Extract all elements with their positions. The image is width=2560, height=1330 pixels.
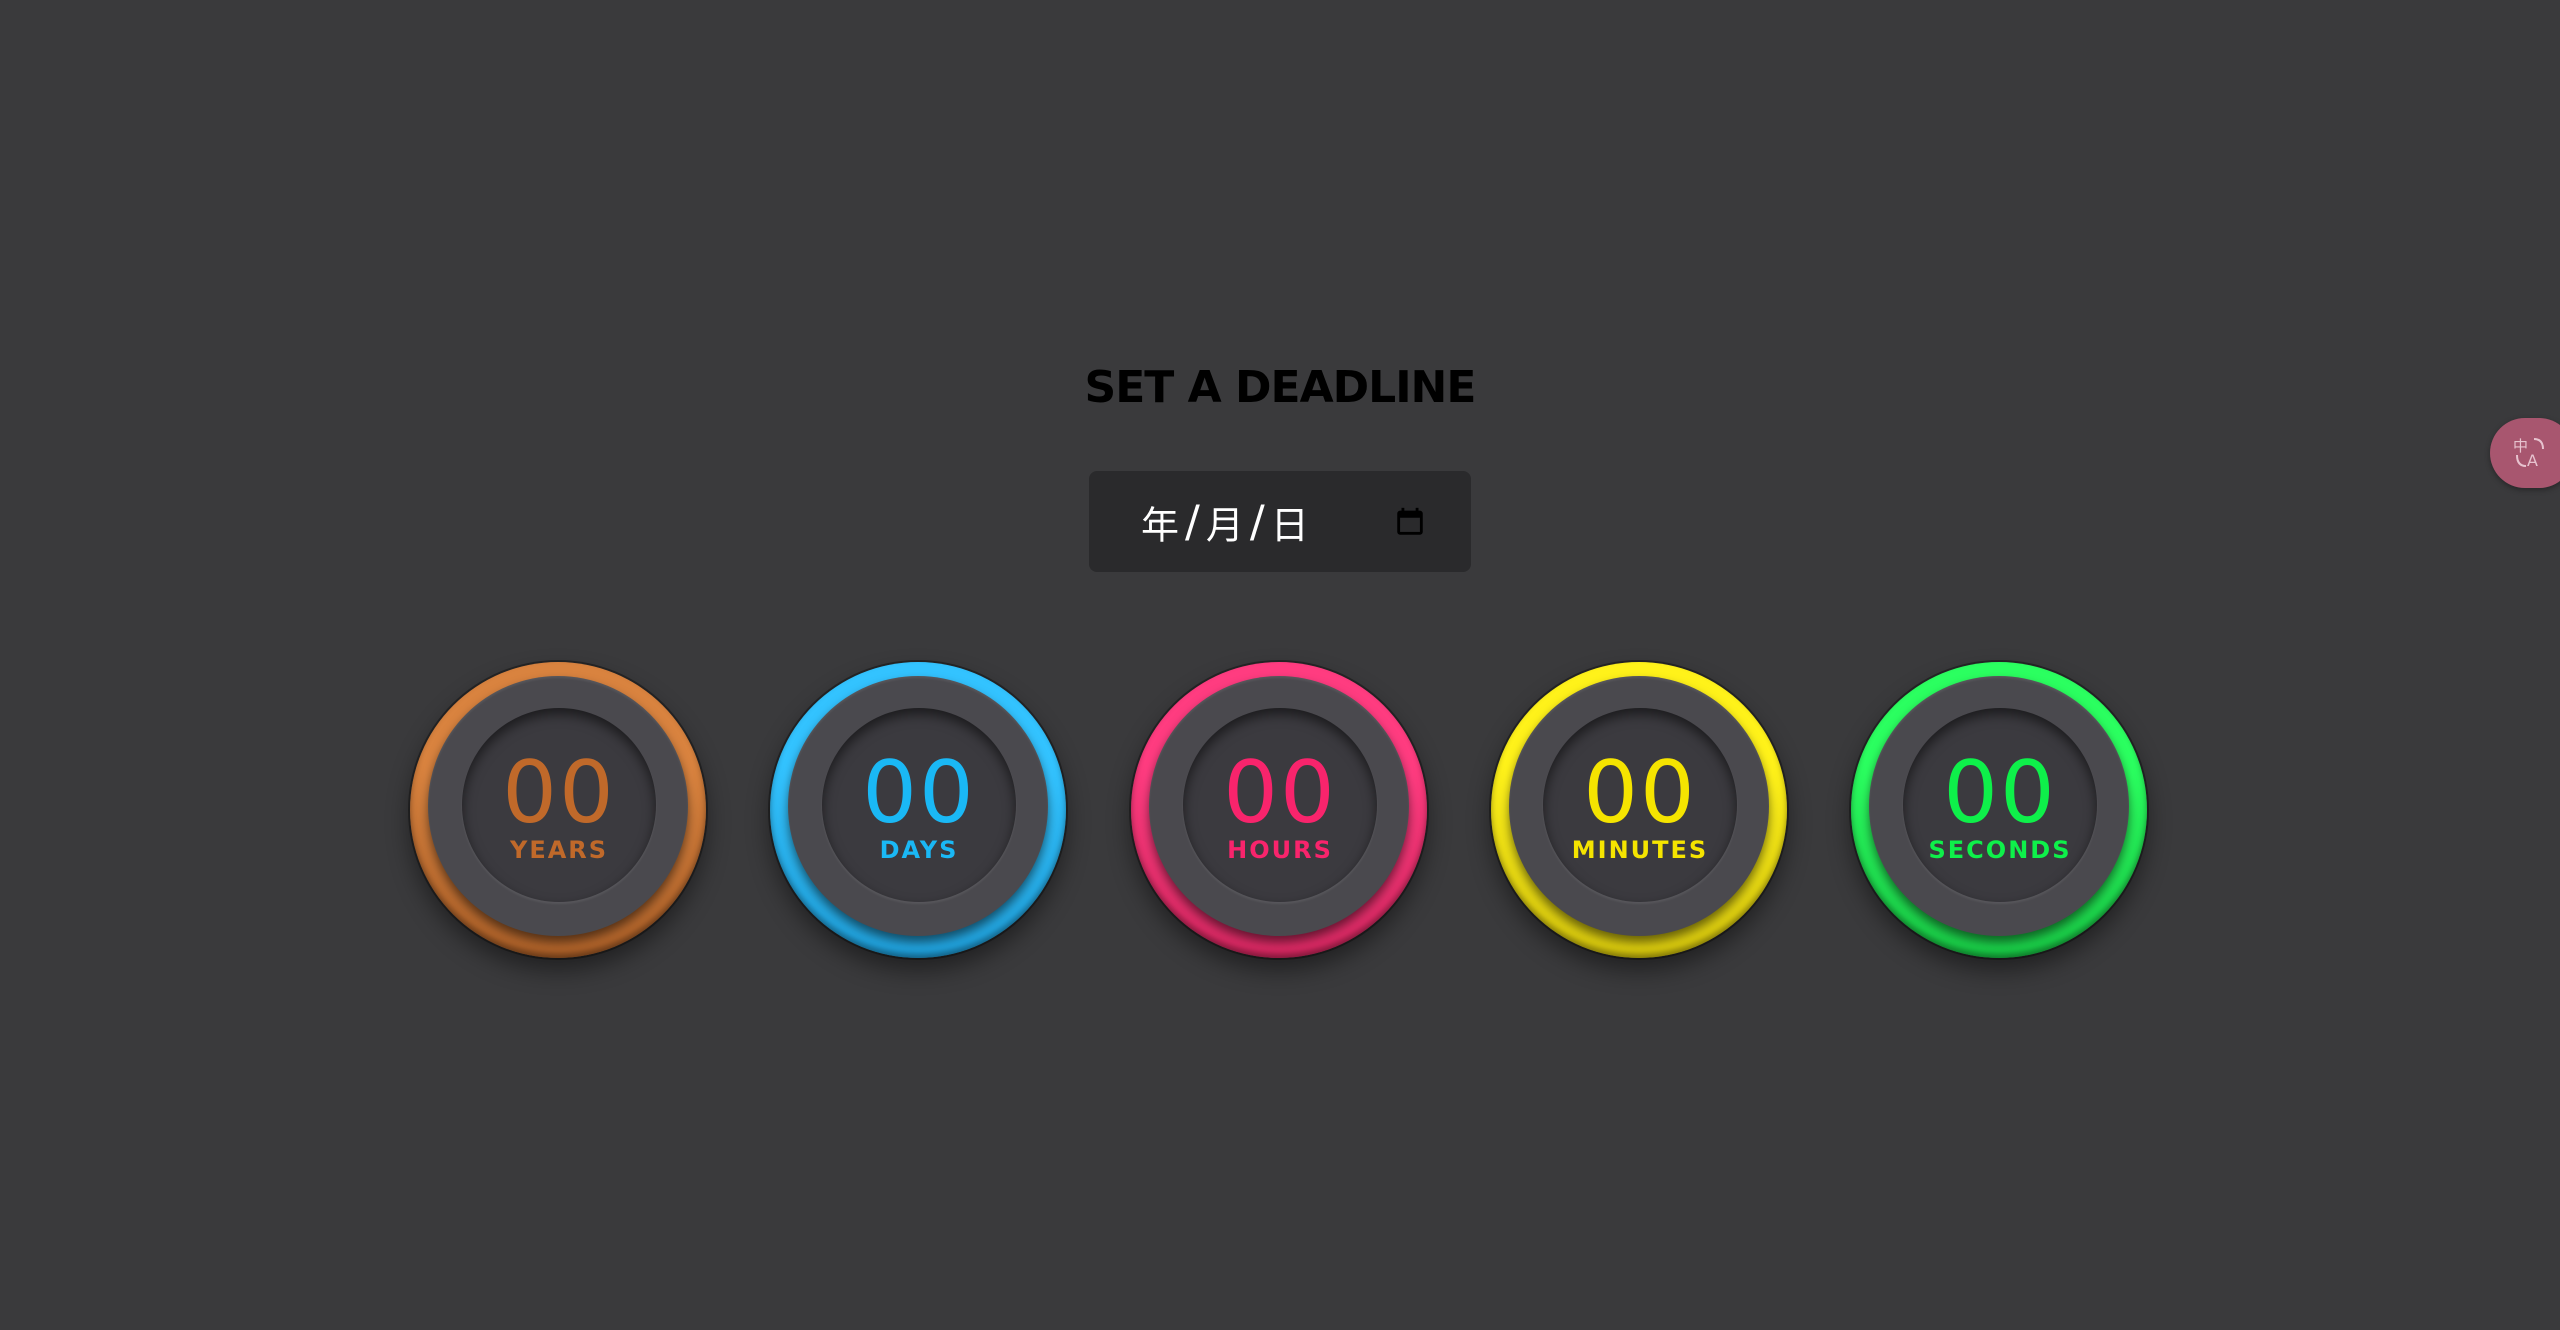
dial-face: 00 MINUTES <box>1543 708 1737 902</box>
hours-label: HOURS <box>1227 836 1333 864</box>
years-label: YEARS <box>509 836 609 864</box>
date-separator: / <box>1249 496 1265 547</box>
seconds-value: 00 <box>1943 743 2057 843</box>
date-year-segment[interactable]: 年 <box>1141 494 1179 549</box>
dial-years: 00 YEARS <box>410 662 706 958</box>
dial-bezel: 00 MINUTES <box>1509 676 1769 936</box>
deadline-date-input[interactable]: 年 / 月 / 日 <box>1089 471 1471 572</box>
minutes-value: 00 <box>1583 743 1697 843</box>
dial-bezel: 00 YEARS <box>428 676 688 936</box>
years-value: 00 <box>502 743 616 843</box>
calendar-icon[interactable] <box>1393 505 1427 539</box>
dial-bezel: 00 DAYS <box>788 676 1048 936</box>
hours-value: 00 <box>1223 743 1337 843</box>
dial-face: 00 HOURS <box>1183 708 1377 902</box>
page-title: SET A DEADLINE <box>1084 362 1477 413</box>
dial-seconds: 00 SECONDS <box>1851 662 2147 958</box>
dial-minutes: 00 MINUTES <box>1491 662 1787 958</box>
svg-text:中: 中 <box>2513 437 2528 455</box>
dial-bezel: 00 HOURS <box>1149 676 1409 936</box>
translate-button[interactable]: 中 A <box>2490 418 2560 488</box>
dial-face: 00 DAYS <box>822 708 1016 902</box>
days-label: DAYS <box>879 836 959 864</box>
translate-icon: 中 A <box>2513 437 2544 470</box>
dial-hours: 00 HOURS <box>1131 662 1427 958</box>
dial-face: 00 YEARS <box>462 708 656 902</box>
svg-text:A: A <box>2527 451 2538 470</box>
countdown-page: SET A DEADLINE 年 / 月 / 日 00 YEARS 00 DAY… <box>0 0 2560 1330</box>
date-month-segment[interactable]: 月 <box>1206 494 1244 549</box>
dial-days: 00 DAYS <box>770 662 1066 958</box>
countdown-dials: 00 YEARS 00 DAYS 00 HOURS 00 MINUTES 00 … <box>0 662 2560 962</box>
seconds-label: SECONDS <box>1928 836 2072 864</box>
date-segments: 年 / 月 / 日 <box>1141 494 1309 549</box>
date-separator: / <box>1185 496 1200 547</box>
date-day-segment[interactable]: 日 <box>1271 494 1309 549</box>
dial-face: 00 SECONDS <box>1903 708 2097 902</box>
minutes-label: MINUTES <box>1571 836 1709 864</box>
days-value: 00 <box>862 743 976 843</box>
dial-bezel: 00 SECONDS <box>1869 676 2129 936</box>
